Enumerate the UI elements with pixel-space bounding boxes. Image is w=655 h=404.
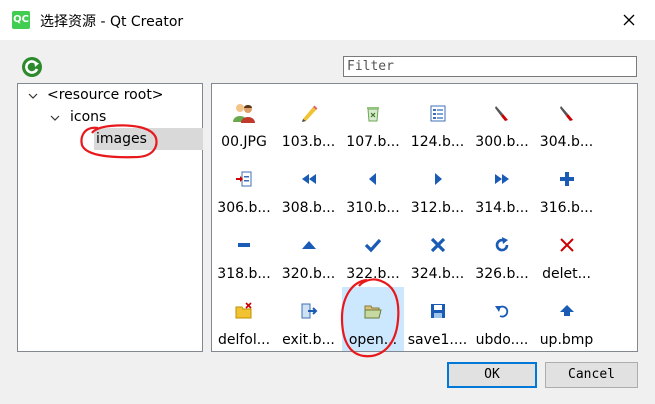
resource-item[interactable]: up.bmp — [536, 287, 598, 351]
plus-icon — [557, 169, 577, 189]
expand-arrow-icon[interactable] — [50, 113, 60, 123]
resource-item[interactable]: 124.b... — [407, 89, 469, 155]
window-title: 选择资源 - Qt Creator — [40, 14, 184, 30]
expand-arrow-icon[interactable] — [28, 91, 38, 101]
resource-item[interactable]: 103.b... — [278, 89, 340, 155]
resource-label: 107.b... — [346, 134, 400, 150]
resource-item[interactable]: 00.JPG — [213, 89, 275, 155]
resource-item[interactable]: 322.b... — [342, 221, 404, 287]
resource-item[interactable]: 316.b... — [536, 155, 598, 221]
tree-item-icons[interactable]: icons — [70, 106, 106, 128]
resource-label: exit.b... — [282, 332, 335, 348]
cancel-button[interactable]: Cancel — [545, 362, 638, 388]
resource-item[interactable]: 306.b... — [213, 155, 275, 221]
close-icon — [623, 14, 635, 26]
resource-item[interactable]: ubdo.... — [471, 287, 533, 351]
brush-icon — [492, 103, 512, 123]
resource-label: 310.b... — [346, 200, 400, 216]
resource-item[interactable]: 312.b... — [407, 155, 469, 221]
upload-icon — [557, 301, 577, 321]
resource-label: delet... — [542, 266, 591, 282]
resource-label: 304.b... — [539, 134, 594, 150]
resource-item[interactable]: 308.b... — [278, 155, 340, 221]
delete-folder-icon — [234, 301, 254, 321]
tree-item-resource-root[interactable]: <resource root> — [47, 84, 164, 106]
undo-icon — [492, 301, 512, 321]
resource-label: 312.b... — [410, 200, 465, 216]
qt-creator-logo: QC — [12, 11, 30, 29]
resource-label: 124.b... — [410, 134, 465, 150]
resource-dialog: QC 选择资源 - Qt Creator <resource root> ico… — [0, 0, 655, 404]
resource-label: 324.b... — [410, 266, 465, 282]
resource-item[interactable]: save1.... — [407, 287, 469, 351]
resource-label: up.bmp — [539, 332, 594, 348]
minus-icon — [234, 235, 254, 255]
resource-label: 322.b... — [346, 266, 400, 282]
delete-icon — [557, 235, 577, 255]
resource-item[interactable]: 304.b... — [536, 89, 598, 155]
resource-item[interactable]: open... — [342, 287, 404, 351]
close-button[interactable] — [614, 6, 644, 34]
cross-icon — [428, 235, 448, 255]
rewind-icon — [299, 169, 319, 189]
people-icon — [233, 103, 255, 123]
refresh-icon[interactable] — [21, 56, 43, 78]
filter-input[interactable] — [343, 56, 637, 77]
resource-item[interactable]: 318.b... — [213, 221, 275, 287]
resource-label: save1.... — [407, 332, 468, 348]
resource-label: open... — [348, 332, 398, 348]
resource-label: delfol... — [217, 332, 271, 348]
list-icon — [428, 103, 448, 123]
resource-label: 316.b... — [539, 200, 594, 216]
resource-label: 320.b... — [281, 266, 336, 282]
recycle-bin-icon — [363, 103, 383, 123]
resource-item[interactable]: 314.b... — [471, 155, 533, 221]
resource-item[interactable]: delet... — [536, 221, 598, 287]
exit-icon — [299, 301, 319, 321]
arrow-right-icon — [428, 169, 448, 189]
resource-label: ubdo.... — [475, 332, 529, 348]
resource-item[interactable]: 324.b... — [407, 221, 469, 287]
resource-label: 326.b... — [475, 266, 529, 282]
resource-item[interactable]: 300.b... — [471, 89, 533, 155]
resource-item[interactable]: 310.b... — [342, 155, 404, 221]
arrow-up-icon — [299, 235, 319, 255]
resource-label: 318.b... — [217, 266, 271, 282]
save-icon — [428, 301, 448, 321]
arrow-left-icon — [363, 169, 383, 189]
resource-icon-grid: 00.JPG 103.b... 107.b... 124.b... 300.b... 30… — [211, 83, 638, 352]
resource-item[interactable]: delfol... — [213, 287, 275, 351]
resource-label: 308.b... — [281, 200, 336, 216]
open-folder-icon — [363, 301, 383, 321]
brush-icon — [557, 103, 577, 123]
resource-item[interactable]: exit.b... — [278, 287, 340, 351]
title-bar: QC 选择资源 - Qt Creator — [0, 0, 655, 40]
resource-label: 00.JPG — [221, 134, 267, 150]
checkmark-icon — [363, 235, 383, 255]
resource-label: 300.b... — [475, 134, 529, 150]
resource-label: 306.b... — [217, 200, 271, 216]
redo-icon — [492, 235, 512, 255]
pencil-icon — [299, 103, 319, 123]
resource-label: 103.b... — [281, 134, 336, 150]
import-icon — [234, 169, 254, 189]
resource-item[interactable]: 320.b... — [278, 221, 340, 287]
resource-item[interactable]: 326.b... — [471, 221, 533, 287]
ok-button[interactable]: OK — [447, 362, 537, 388]
fast-forward-icon — [492, 169, 512, 189]
tree-item-images[interactable]: images — [96, 128, 147, 150]
resource-item[interactable]: 107.b... — [342, 89, 404, 155]
resource-label: 314.b... — [475, 200, 529, 216]
resource-tree[interactable]: <resource root> icons images — [17, 83, 203, 352]
